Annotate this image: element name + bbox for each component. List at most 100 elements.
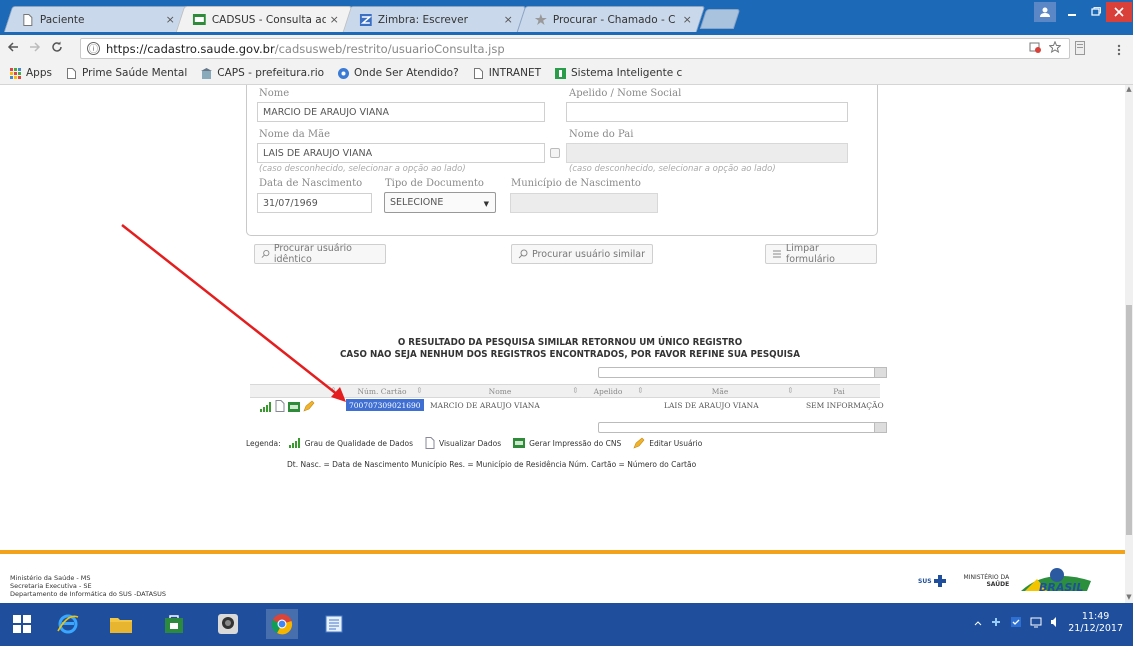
zimbra-icon	[359, 13, 372, 26]
extension-icon[interactable]	[1075, 40, 1085, 59]
pai-field[interactable]	[566, 143, 848, 163]
bookmark-prime-saude[interactable]: Prime Saúde Mental	[66, 67, 187, 79]
chevron-down-icon: ▼	[483, 200, 489, 208]
taskbar: 11:49 21/12/2017	[0, 603, 1133, 646]
store-icon[interactable]	[158, 609, 190, 639]
nascimento-field[interactable]: 31/07/1969	[257, 193, 372, 213]
header-apelido[interactable]: Apelido	[586, 387, 630, 396]
tipo-documento-select[interactable]: SELECIONE ▼	[384, 192, 496, 213]
chevron-up-icon[interactable]	[974, 618, 982, 629]
cell-nome: MARCIO DE ARAUJO VIANA	[430, 401, 540, 410]
tab-paciente[interactable]: Paciente ×	[3, 6, 189, 32]
sort-icon[interactable]: ⇕	[416, 386, 423, 395]
header-cartao[interactable]: Núm. Cartão	[352, 387, 412, 396]
pai-label: Nome do Pai	[569, 129, 634, 140]
print-cns-icon	[513, 438, 526, 448]
tab-procurar[interactable]: Procurar - Chamado - C ×	[516, 6, 706, 32]
bookmark-apps[interactable]: Apps	[10, 67, 52, 79]
sus-logo: SUS	[918, 575, 946, 587]
header-nome[interactable]: Nome	[450, 387, 550, 396]
edit-user-icon[interactable]	[303, 400, 315, 412]
page-icon	[66, 67, 76, 79]
sort-icon[interactable]: ⇕	[330, 386, 337, 395]
print-cns-icon[interactable]	[288, 402, 300, 412]
file-explorer-icon[interactable]	[105, 609, 137, 639]
result-title-line2: CASO NÃO SEJA NENHUM DOS REGISTROS ENCON…	[340, 349, 800, 360]
clock[interactable]: 11:49 21/12/2017	[1068, 611, 1123, 635]
monitor-icon[interactable]	[1030, 616, 1042, 631]
table-row[interactable]: 700707309021690 MARCIO DE ARAUJO VIANA L…	[250, 399, 884, 413]
app-icon[interactable]	[212, 609, 244, 639]
municipio-field[interactable]	[510, 193, 658, 213]
bookmark-sistema-inteligente[interactable]: Sistema Inteligente c	[555, 67, 682, 79]
info-icon[interactable]: ⓘ	[87, 42, 100, 55]
new-tab-button[interactable]	[699, 9, 741, 29]
close-icon[interactable]: ×	[504, 13, 513, 26]
reload-icon[interactable]	[48, 41, 66, 57]
scroll-thumb[interactable]	[1126, 305, 1132, 535]
tab-zimbra[interactable]: Zimbra: Escrever ×	[341, 6, 527, 32]
close-window-icon[interactable]	[1106, 2, 1132, 22]
scroll-up-icon[interactable]: ▲	[1125, 85, 1133, 95]
sus-text: SUS	[918, 577, 932, 585]
close-icon[interactable]: ×	[683, 13, 692, 26]
chrome-icon[interactable]	[266, 609, 298, 639]
menu-icon[interactable]	[1117, 41, 1121, 60]
mae-desconhecida-checkbox[interactable]	[550, 148, 560, 158]
network-icon[interactable]	[990, 616, 1002, 631]
bookmark-caps[interactable]: CAPS - prefeitura.rio	[201, 67, 324, 79]
location-icon	[338, 67, 350, 79]
volume-icon[interactable]	[1050, 616, 1060, 631]
url-path: /cadsusweb/restrito/usuarioConsulta.jsp	[274, 41, 505, 56]
header-pai[interactable]: Pai	[800, 387, 878, 396]
bookmark-star-icon[interactable]	[1048, 40, 1062, 56]
cell-cartao[interactable]: 700707309021690	[346, 399, 424, 411]
close-icon[interactable]: ×	[166, 13, 175, 26]
forward-icon[interactable]	[26, 41, 44, 57]
tab-title: CADSUS - Consulta ao C	[211, 13, 326, 26]
scroll-down-icon[interactable]: ▼	[1125, 593, 1133, 603]
apelido-field[interactable]	[566, 102, 848, 122]
minimize-icon[interactable]	[1061, 2, 1083, 22]
restore-icon[interactable]	[1085, 2, 1107, 22]
limpar-formulario-button[interactable]: Limpar formulário	[765, 243, 877, 265]
procurar-similar-button[interactable]: Procurar usuário similar	[511, 244, 653, 264]
nascimento-label: Data de Nascimento	[259, 178, 363, 189]
ministerio-saude-logo: MINISTÉRIO DA SAÚDE	[964, 574, 1010, 588]
header-mae[interactable]: Mãe	[670, 387, 770, 396]
back-icon[interactable]	[4, 41, 22, 57]
user-icon[interactable]	[1034, 2, 1056, 22]
clear-icon	[772, 250, 781, 258]
grid-paginator-bottom[interactable]	[598, 422, 887, 433]
saude-text: SAÚDE	[986, 581, 1010, 588]
blocked-popup-icon[interactable]	[1029, 41, 1041, 56]
nome-field[interactable]: MARCIO DE ARAUJO VIANA	[257, 102, 545, 122]
notepad-icon[interactable]	[318, 609, 350, 639]
grid-paginator-top[interactable]	[598, 367, 887, 378]
tab-cadsus[interactable]: CADSUS - Consulta ao C ×	[175, 6, 353, 32]
footer-credits: Ministério da Saúde - MS Secretaria Exec…	[10, 574, 166, 598]
close-icon[interactable]: ×	[330, 13, 339, 26]
bookmark-label: Prime Saúde Mental	[81, 67, 188, 79]
bookmark-label: Onde Ser Atendido?	[354, 67, 459, 79]
bookmark-onde-ser-atendido[interactable]: Onde Ser Atendido?	[338, 67, 459, 79]
quality-bars-icon	[288, 438, 300, 448]
bookmarks-bar: Apps Prime Saúde Mental CAPS - prefeitur…	[0, 62, 1133, 85]
mae-field[interactable]: LAIS DE ARAUJO VIANA	[257, 143, 545, 163]
page-scrollbar[interactable]: ▲ ▼	[1125, 85, 1133, 603]
security-icon[interactable]	[1010, 616, 1022, 631]
apps-grid-icon	[10, 67, 21, 79]
legend-item: Grau de Qualidade de Dados	[304, 438, 413, 448]
sort-icon[interactable]: ⇕	[637, 386, 644, 395]
procurar-identico-button[interactable]: Procurar usuário idêntico	[254, 243, 386, 265]
sort-icon[interactable]: ⇕	[787, 386, 794, 395]
sort-icon[interactable]: ⇕	[572, 386, 579, 395]
view-data-icon[interactable]	[275, 400, 285, 412]
bookmark-intranet[interactable]: INTRANET	[473, 67, 541, 79]
quality-bars-icon[interactable]	[260, 402, 272, 412]
apelido-label: Apelido / Nome Social	[569, 88, 682, 99]
address-bar[interactable]: ⓘ https://cadastro.saude.gov.br/cadsuswe…	[80, 38, 1070, 59]
internet-explorer-icon[interactable]	[52, 609, 84, 639]
municipio-label: Município de Nascimento	[511, 178, 641, 189]
windows-start-icon[interactable]	[6, 609, 38, 639]
